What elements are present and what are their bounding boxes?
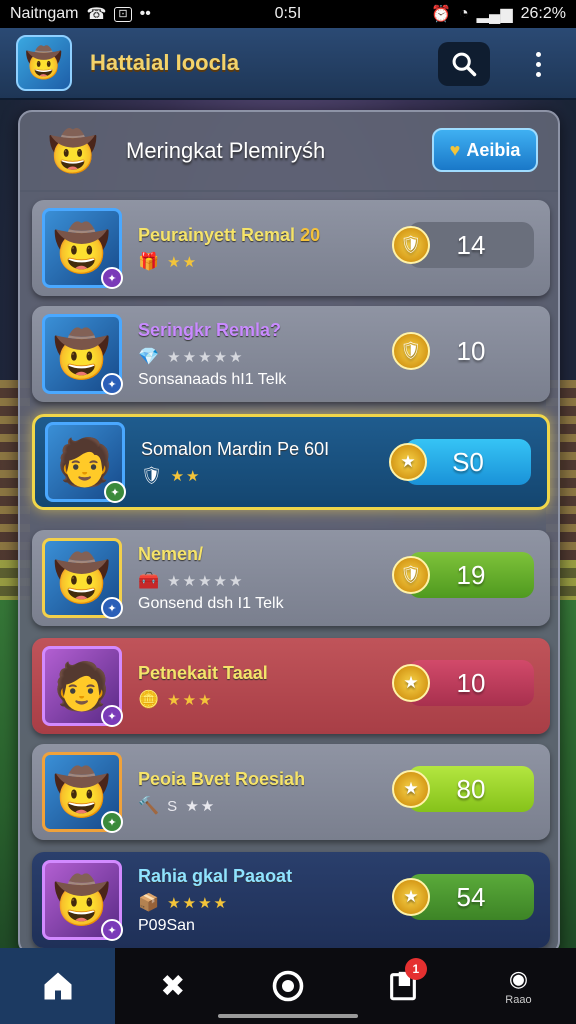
medal-icon: 🛡 [392,556,430,594]
score-pill: 🛡 14 [392,222,534,268]
panel-header: 🤠 Meringkat Plemiryśh ♥ Aeibia [20,112,558,192]
wifi-icon: ◔ [459,5,469,22]
gem-icon: 💎 [138,346,160,366]
rank-badge-icon: ✦ [101,919,123,941]
score-value: 54 [456,881,486,912]
nav-inbox[interactable]: 1 [346,948,461,1024]
player-avatar: 🤠 ✦ [42,314,123,395]
chest-icon: 🧰 [138,570,160,590]
rank-badge-icon: ✦ [101,597,123,619]
hammer-icon: 🔨 [138,795,160,815]
heart-icon: ♥ [449,139,461,160]
score-pill: ★ S0 [389,439,531,485]
leaderboard-row-current-player[interactable]: 🧑 ✦ Somalon Mardin Pe 60I 🛡 ★★ ★ S0 [32,414,550,510]
cowboy-hat-icon: 🤠 [48,129,98,174]
panel-action-label: Aeibia [466,139,521,160]
shield-icon: 🛡 [141,465,163,485]
profile-icon: ◉ [508,966,529,991]
app-header: 🤠 Hattaial Ioocla [0,28,576,100]
carrier-label: Naitngam [10,5,79,22]
player-avatar: 🧑 ✦ [45,422,126,503]
dots-icon: •• [139,5,151,22]
player-avatar: 🤠 ✦ [42,860,123,941]
box-icon: 📦 [138,892,160,912]
rank-badge-icon: ✦ [104,481,126,503]
app-title: Hattaial Ioocla [90,50,240,75]
leaderboard-row[interactable]: 🧑 ✦ Petnekait Taaal 🪙 ★★★ ★ 10 [32,638,550,734]
medal-icon: ★ [392,878,430,916]
star-rating: ★★★★★ [167,348,245,366]
medal-icon: 🛡 [392,226,430,264]
notification-icon: ⊡ [114,6,132,22]
medal-icon: ★ [392,770,430,808]
rank-badge-icon: ✦ [101,267,123,289]
profile-label: Raao [505,994,532,1006]
more-vert-button[interactable] [526,42,550,86]
star-rating: ★★ [167,253,199,271]
score-value: S0 [452,446,484,477]
score-value: 14 [456,229,486,260]
star-rating: S ★★ [167,797,217,815]
score-value: 80 [456,773,486,804]
score-value: 10 [456,335,486,366]
nav-record[interactable] [230,948,345,1024]
panel-title: Meringkat Plemiryśh [126,138,326,163]
medal-icon: 🛡 [392,332,430,370]
medal-icon: ★ [392,664,430,702]
score-pill: ★ 10 [392,660,534,706]
star-rating: ★★ [170,467,202,485]
status-bar: Naitngam ☎ ⊡ •• 0:5I ⏰ ◔ ▂▄▆ 26:2% [0,0,576,28]
nav-profile[interactable]: ◉ Raao [461,948,576,1024]
search-icon [452,52,477,77]
player-avatar: 🤠 ✦ [42,752,123,833]
player-avatar: 🧑 ✦ [42,646,123,727]
score-pill: ★ 80 [392,766,534,812]
panel-action-button[interactable]: ♥ Aeibia [432,128,538,172]
bottom-nav: ✖ 1 ◉ Raao [0,948,576,1024]
clock: 0:5I [274,5,302,22]
player-name: Peurainyett Remal [138,224,296,245]
medal-icon: ★ [389,443,427,481]
treasure-icon: 🎁 [138,251,160,271]
search-button[interactable] [438,42,490,86]
score-value: 19 [456,559,486,590]
leaderboard-row[interactable]: 🤠 ✦ Rahia gkal Paaoat 📦 ★★★★ P09San ★ 54 [32,852,550,948]
player-level: 20 [300,224,321,245]
shuffle-icon: ✖ [160,969,186,1003]
record-icon [272,970,304,1002]
rank-badge-icon: ✦ [101,705,123,727]
cowboy-avatar-icon[interactable]: 🤠 [16,35,72,91]
home-icon [44,972,72,1000]
leaderboard-panel: 🤠 Meringkat Plemiryśh ♥ Aeibia 🤠 ✦ Peurai… [18,110,560,955]
leaderboard-row[interactable]: 🤠 ✦ Seringkr Remla? 💎 ★★★★★ Sonsanaads hI1… [32,306,550,402]
home-indicator [218,1014,358,1018]
player-avatar: 🤠 ✦ [42,208,123,289]
nav-games[interactable]: ✖ [115,948,230,1024]
score-pill: 🛡 10 [392,328,534,374]
nav-home[interactable] [0,948,116,1024]
rank-badge-icon: ✦ [101,811,123,833]
alarm-icon: ⏰ [431,6,451,23]
star-rating: ★★★★★ [167,572,245,590]
rank-badge-icon: ✦ [101,373,123,395]
coin-icon: 🪙 [138,689,160,709]
battery-label: 26:2% [520,5,566,22]
score-pill: ★ 54 [392,874,534,920]
star-rating: ★★★★ [167,894,229,912]
leaderboard-row[interactable]: 🤠 ✦ Nemen/ 🧰 ★★★★★ Gonsend dsh I1 Telk 🛡 19 [32,530,550,626]
call-icon: ☎ [86,6,107,23]
inbox-badge: 1 [404,958,427,980]
star-rating: ★★★ [167,691,214,709]
leaderboard-row[interactable]: 🤠 ✦ Peurainyett Remal 20 🎁 ★★ 🛡 14 [32,200,550,296]
score-value: 10 [456,667,486,698]
player-avatar: 🤠 ✦ [42,538,123,619]
leaderboard-row[interactable]: 🤠 ✦ Peoia Bvet Roesiah 🔨 S ★★ ★ 80 [32,744,550,840]
score-pill: 🛡 19 [392,552,534,598]
signal-icon: ▂▄▆ [476,6,513,23]
